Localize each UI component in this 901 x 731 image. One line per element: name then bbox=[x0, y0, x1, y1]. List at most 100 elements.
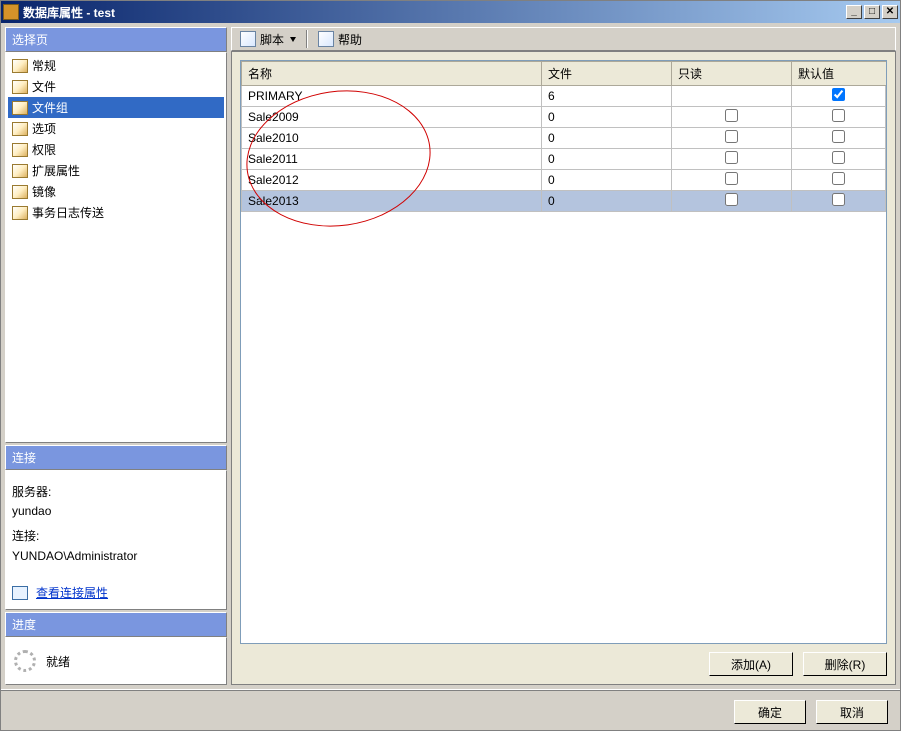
grid-header-row: 名称 文件 只读 默认值 bbox=[242, 62, 886, 86]
cancel-button[interactable]: 取消 bbox=[816, 700, 888, 724]
table-row[interactable]: Sale20130 bbox=[242, 191, 886, 212]
cell-files[interactable]: 6 bbox=[542, 86, 672, 107]
default-checkbox[interactable] bbox=[832, 172, 845, 185]
cell-files[interactable]: 0 bbox=[542, 170, 672, 191]
ok-button[interactable]: 确定 bbox=[734, 700, 806, 724]
pages-panel: 选择页 常规文件文件组选项权限扩展属性镜像事务日志传送 bbox=[5, 27, 227, 443]
readonly-checkbox[interactable] bbox=[725, 193, 738, 206]
cell-name[interactable]: Sale2012 bbox=[242, 170, 542, 191]
remove-button[interactable]: 删除(R) bbox=[803, 652, 887, 676]
page-item[interactable]: 文件 bbox=[8, 76, 224, 97]
maximize-button[interactable]: □ bbox=[864, 5, 880, 19]
connection-panel: 连接 服务器: yundao 连接: YUNDAO\Administrator … bbox=[5, 445, 227, 610]
col-name[interactable]: 名称 bbox=[242, 62, 542, 86]
filegroups-grid-wrap: 名称 文件 只读 默认值 PRIMARY6Sale20090Sale20100S… bbox=[240, 60, 887, 644]
page-item[interactable]: 扩展属性 bbox=[8, 160, 224, 181]
page-item[interactable]: 文件组 bbox=[8, 97, 224, 118]
cell-default[interactable] bbox=[792, 128, 886, 149]
cell-name[interactable]: Sale2009 bbox=[242, 107, 542, 128]
readonly-checkbox[interactable] bbox=[725, 130, 738, 143]
chevron-down-icon bbox=[290, 37, 296, 42]
page-item[interactable]: 选项 bbox=[8, 118, 224, 139]
page-item[interactable]: 权限 bbox=[8, 139, 224, 160]
main-body: 名称 文件 只读 默认值 PRIMARY6Sale20090Sale20100S… bbox=[231, 51, 896, 685]
pages-header: 选择页 bbox=[5, 27, 227, 52]
col-default[interactable]: 默认值 bbox=[792, 62, 886, 86]
page-icon bbox=[12, 185, 28, 199]
page-item-label: 常规 bbox=[32, 57, 56, 74]
view-conn-props-row: 查看连接属性 bbox=[12, 584, 220, 603]
readonly-checkbox[interactable] bbox=[725, 151, 738, 164]
conn-label: 连接: bbox=[12, 527, 220, 546]
cell-readonly[interactable] bbox=[672, 149, 792, 170]
cell-files[interactable]: 0 bbox=[542, 149, 672, 170]
table-row[interactable]: Sale20090 bbox=[242, 107, 886, 128]
default-checkbox[interactable] bbox=[832, 130, 845, 143]
page-item-label: 文件 bbox=[32, 78, 56, 95]
cell-name[interactable]: Sale2010 bbox=[242, 128, 542, 149]
cell-readonly[interactable] bbox=[672, 191, 792, 212]
cell-readonly[interactable] bbox=[672, 170, 792, 191]
page-item[interactable]: 常规 bbox=[8, 55, 224, 76]
conn-value: YUNDAO\Administrator bbox=[12, 547, 220, 566]
window-controls: _ □ ✕ bbox=[846, 5, 898, 19]
default-checkbox[interactable] bbox=[832, 88, 845, 101]
page-item-label: 选项 bbox=[32, 120, 56, 137]
progress-panel: 进度 就绪 bbox=[5, 612, 227, 685]
help-button[interactable]: 帮助 bbox=[314, 31, 366, 48]
cell-files[interactable]: 0 bbox=[542, 107, 672, 128]
col-readonly[interactable]: 只读 bbox=[672, 62, 792, 86]
cell-default[interactable] bbox=[792, 149, 886, 170]
spinner-icon bbox=[14, 650, 36, 672]
connection-body: 服务器: yundao 连接: YUNDAO\Administrator 查看连… bbox=[5, 470, 227, 610]
table-row[interactable]: Sale20120 bbox=[242, 170, 886, 191]
page-item-label: 扩展属性 bbox=[32, 162, 80, 179]
page-icon bbox=[12, 122, 28, 136]
server-label: 服务器: bbox=[12, 483, 220, 502]
col-files[interactable]: 文件 bbox=[542, 62, 672, 86]
progress-header: 进度 bbox=[5, 612, 227, 637]
script-dropdown[interactable]: 脚本 bbox=[236, 31, 300, 48]
cell-readonly[interactable] bbox=[672, 107, 792, 128]
minimize-button[interactable]: _ bbox=[846, 5, 862, 19]
page-icon bbox=[12, 101, 28, 115]
default-checkbox[interactable] bbox=[832, 109, 845, 122]
dialog-window: 数据库属性 - test _ □ ✕ 选择页 常规文件文件组选项权限扩展属性镜像… bbox=[0, 0, 901, 731]
readonly-checkbox[interactable] bbox=[725, 109, 738, 122]
close-button[interactable]: ✕ bbox=[882, 5, 898, 19]
default-checkbox[interactable] bbox=[832, 193, 845, 206]
dialog-button-row: 确定 取消 bbox=[1, 689, 900, 730]
filegroups-grid[interactable]: 名称 文件 只读 默认值 PRIMARY6Sale20090Sale20100S… bbox=[241, 61, 886, 212]
server-value: yundao bbox=[12, 502, 220, 521]
cell-name[interactable]: Sale2013 bbox=[242, 191, 542, 212]
readonly-checkbox[interactable] bbox=[725, 172, 738, 185]
add-button[interactable]: 添加(A) bbox=[709, 652, 793, 676]
page-icon bbox=[12, 80, 28, 94]
titlebar[interactable]: 数据库属性 - test _ □ ✕ bbox=[1, 1, 900, 23]
cell-readonly[interactable] bbox=[672, 128, 792, 149]
cell-files[interactable]: 0 bbox=[542, 191, 672, 212]
page-item[interactable]: 镜像 bbox=[8, 181, 224, 202]
left-column: 选择页 常规文件文件组选项权限扩展属性镜像事务日志传送 连接 服务器: yund… bbox=[5, 27, 227, 685]
cell-name[interactable]: PRIMARY bbox=[242, 86, 542, 107]
page-item[interactable]: 事务日志传送 bbox=[8, 202, 224, 223]
window-title: 数据库属性 - test bbox=[23, 4, 846, 21]
cell-readonly[interactable] bbox=[672, 86, 792, 107]
table-row[interactable]: Sale20100 bbox=[242, 128, 886, 149]
table-row[interactable]: Sale20110 bbox=[242, 149, 886, 170]
help-icon bbox=[318, 31, 334, 47]
page-item-label: 事务日志传送 bbox=[32, 204, 104, 221]
cell-name[interactable]: Sale2011 bbox=[242, 149, 542, 170]
connection-header: 连接 bbox=[5, 445, 227, 470]
page-icon bbox=[12, 143, 28, 157]
cell-default[interactable] bbox=[792, 191, 886, 212]
default-checkbox[interactable] bbox=[832, 151, 845, 164]
script-icon bbox=[240, 31, 256, 47]
table-row[interactable]: PRIMARY6 bbox=[242, 86, 886, 107]
cell-default[interactable] bbox=[792, 170, 886, 191]
cell-default[interactable] bbox=[792, 107, 886, 128]
view-conn-props-link[interactable]: 查看连接属性 bbox=[36, 584, 108, 603]
cell-files[interactable]: 0 bbox=[542, 128, 672, 149]
cell-default[interactable] bbox=[792, 86, 886, 107]
progress-status: 就绪 bbox=[46, 653, 70, 670]
